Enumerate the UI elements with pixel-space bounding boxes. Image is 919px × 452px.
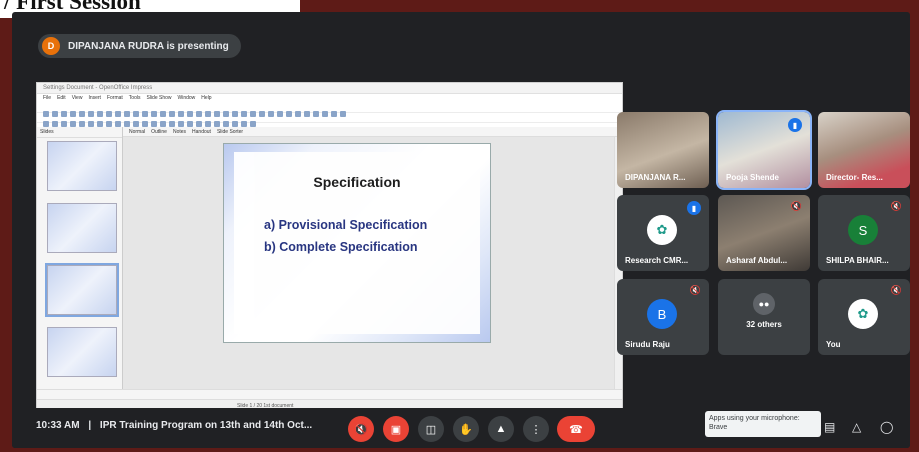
host-controls-icon[interactable]: ◯ (880, 420, 893, 434)
participant-tile[interactable]: 🔇 S SHILPA BHAIR... (818, 195, 910, 271)
mic-off-icon: 🔇 (890, 285, 902, 295)
view-tabs: Normal Outline Notes Handout Slide Sorte… (123, 127, 622, 137)
participant-tile-self[interactable]: 🔇 ✿ You (818, 279, 910, 355)
mic-off-icon: 🔇 (890, 201, 902, 211)
menu-file[interactable]: File (43, 94, 51, 103)
slide-title: Specification (313, 174, 401, 190)
menu-window[interactable]: Window (178, 94, 196, 103)
standard-toolbar[interactable] (37, 103, 622, 117)
tab-notes[interactable]: Notes (173, 127, 186, 136)
presenter-banner: D DIPANJANA RUDRA is presenting (38, 34, 241, 58)
others-count: 32 others (746, 320, 782, 329)
participant-tile[interactable]: 🔇 B Sirudu Raju (617, 279, 709, 355)
camera-off-icon: ▣ (390, 423, 402, 436)
phone-end-icon: ☎ (569, 423, 583, 436)
mic-off-icon: 🔇 (689, 285, 701, 295)
participant-name: Research CMR... (625, 256, 689, 265)
participant-tile[interactable]: ▮ ✿ Research CMR... (617, 195, 709, 271)
menu-slideshow[interactable]: Slide Show (146, 94, 171, 103)
slide-bullet: b) Complete Specification (264, 240, 418, 254)
participant-name: DIPANJANA R... (625, 173, 686, 182)
page: / First Session D DIPANJANA RUDRA is pre… (0, 0, 919, 452)
self-avatar-icon: ✿ (848, 299, 878, 329)
shared-screen: Settings Document - OpenOffice Impress F… (36, 82, 623, 412)
info-separator: | (88, 420, 92, 431)
leave-call-button[interactable]: ☎ (557, 416, 595, 442)
slide-thumbnail[interactable] (47, 203, 117, 253)
tab-handout[interactable]: Handout (192, 127, 211, 136)
speaking-icon: ▮ (687, 201, 701, 215)
menu-help[interactable]: Help (201, 94, 211, 103)
chat-icon[interactable]: ▤ (824, 420, 835, 434)
menu-insert[interactable]: Insert (88, 94, 101, 103)
more-vert-icon: ⋮ (530, 423, 542, 436)
present-button[interactable]: ▲ (488, 416, 514, 442)
camera-off-button[interactable]: ▣ (383, 416, 409, 442)
present-icon: ▲ (495, 423, 507, 435)
participant-name: You (826, 340, 841, 349)
menu-edit[interactable]: Edit (57, 94, 66, 103)
menu-view[interactable]: View (72, 94, 83, 103)
microphone-tooltip: Apps using your microphone: Brave (705, 411, 821, 437)
slides-pane-label: Slides (37, 127, 122, 138)
tab-normal[interactable]: Normal (129, 127, 145, 136)
slides-pane: Slides (37, 127, 123, 389)
participant-name: Sirudu Raju (625, 340, 670, 349)
speaking-icon: ▮ (788, 118, 802, 132)
participant-name: Asharaf Abdul... (726, 256, 788, 265)
participant-tile[interactable]: Director- Res... (818, 112, 910, 188)
participant-tile[interactable]: 🔇 Asharaf Abdul... (718, 195, 810, 271)
tab-outline[interactable]: Outline (151, 127, 167, 136)
drawing-toolbar[interactable] (37, 389, 622, 405)
participant-name: Pooja Shende (726, 173, 779, 182)
presenter-text: DIPANJANA RUDRA is presenting (68, 40, 229, 52)
slide-thumbnail[interactable] (47, 141, 117, 191)
slide-canvas: Specification a) Provisional Specificati… (223, 143, 491, 343)
participant-name: SHILPA BHAIR... (826, 256, 889, 265)
slide-editor: Normal Outline Notes Handout Slide Sorte… (123, 127, 622, 389)
slide-bullet: a) Provisional Specification (264, 218, 428, 232)
participant-tile[interactable]: ▮ Pooja Shende (716, 110, 812, 190)
others-avatars-icon: ●● (753, 293, 775, 315)
formatting-toolbar[interactable] (37, 113, 622, 127)
slide-thumbnail[interactable] (47, 327, 117, 377)
clock-time: 10:33 AM (36, 420, 80, 431)
research-avatar-icon: ✿ (647, 215, 677, 245)
participant-name: Director- Res... (826, 173, 883, 182)
impress-title-bar: Settings Document - OpenOffice Impress (37, 83, 622, 94)
captions-icon: ◫ (425, 423, 437, 436)
more-options-button[interactable]: ⋮ (523, 416, 549, 442)
menu-tools[interactable]: Tools (129, 94, 141, 103)
tooltip-line: Brave (709, 424, 728, 431)
tab-slide-sorter[interactable]: Slide Sorter (217, 127, 243, 136)
participant-avatar: B (647, 299, 677, 329)
presenter-avatar: D (42, 37, 60, 55)
meeting-title: IPR Training Program on 13th and 14th Oc… (99, 420, 313, 431)
menu-format[interactable]: Format (107, 94, 123, 103)
activities-icon[interactable]: △ (852, 420, 861, 434)
mic-off-icon: 🔇 (354, 423, 368, 436)
hand-icon: ✋ (459, 423, 473, 436)
impress-menu-bar: File Edit View Insert Format Tools Slide… (37, 94, 622, 103)
tooltip-line: Apps using your microphone: (709, 415, 800, 422)
meet-window: D DIPANJANA RUDRA is presenting Settings… (12, 12, 910, 448)
others-tile[interactable]: ●● 32 others (718, 279, 810, 355)
participant-avatar: S (848, 215, 878, 245)
slide-thumbnail-selected[interactable] (45, 263, 119, 317)
mic-off-icon: 🔇 (790, 201, 802, 211)
raise-hand-button[interactable]: ✋ (453, 416, 479, 442)
meet-control-bar: 10:33 AM | IPR Training Program on 13th … (12, 408, 910, 448)
slide-content: Specification a) Provisional Specificati… (234, 152, 480, 334)
mic-off-button[interactable]: 🔇 (348, 416, 374, 442)
participant-tile[interactable]: DIPANJANA R... (617, 112, 709, 188)
meeting-info: 10:33 AM | IPR Training Program on 13th … (36, 420, 312, 431)
captions-button[interactable]: ◫ (418, 416, 444, 442)
impress-workspace: Slides Normal Outline Notes Handout Slid… (37, 127, 622, 389)
